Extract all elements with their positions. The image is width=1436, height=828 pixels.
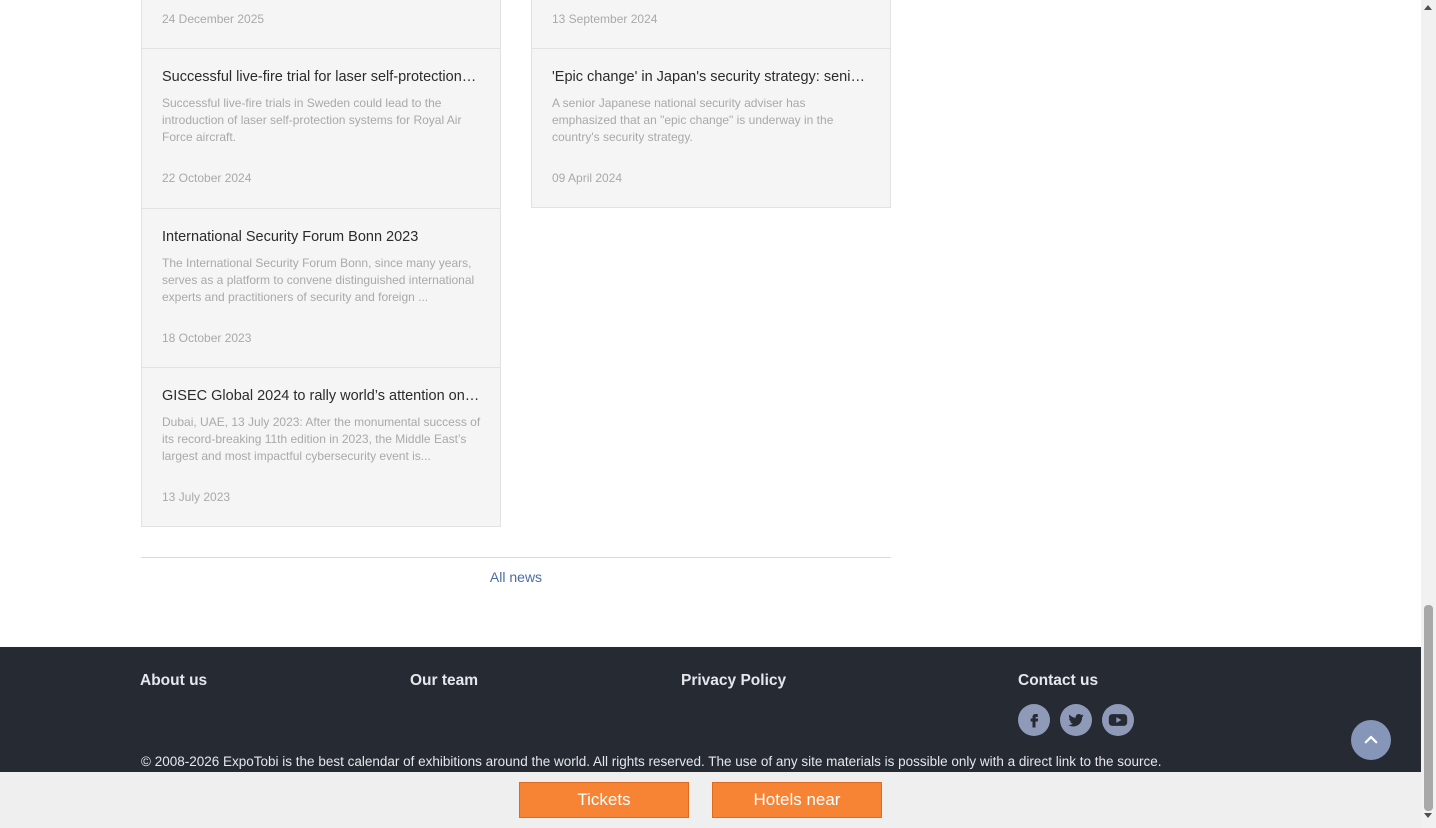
news-title[interactable]: 'Epic change' in Japan's security strate… [552, 69, 870, 85]
scroll-thumb[interactable] [1424, 605, 1433, 811]
privacy-policy-link[interactable]: Privacy Policy [681, 672, 786, 690]
news-card[interactable]: 24 December 2025 [141, 0, 501, 49]
news-date: 18 October 2023 [162, 331, 252, 345]
news-title[interactable]: GISEC Global 2024 to rally world’s atten… [162, 388, 480, 404]
news-card[interactable]: 13 September 2024 [531, 0, 891, 49]
scroll-to-top-button[interactable] [1351, 720, 1391, 760]
news-date: 09 April 2024 [552, 171, 623, 185]
news-card[interactable]: 'Epic change' in Japan's security strate… [531, 48, 891, 208]
news-title[interactable]: Successful live-fire trial for laser sel… [162, 69, 480, 85]
news-description: The International Security Forum Bonn, s… [162, 256, 475, 304]
hotels-near-button[interactable]: Hotels near [712, 782, 882, 818]
page: 24 December 2025 Successful live-fire tr… [0, 0, 1421, 828]
news-card[interactable]: GISEC Global 2024 to rally world’s atten… [141, 367, 501, 527]
bottom-action-bar: Tickets Hotels near [0, 772, 1421, 828]
news-title[interactable]: International Security Forum Bonn 2023 [162, 229, 480, 245]
all-news-link[interactable]: All news [141, 569, 891, 585]
scroll-down-arrow-icon[interactable] [1424, 813, 1432, 818]
twitter-icon[interactable] [1060, 704, 1092, 736]
divider [141, 557, 891, 558]
copyright-text: © 2008-2026 ExpoTobi is the best calenda… [141, 754, 1162, 769]
tickets-button[interactable]: Tickets [519, 782, 689, 818]
footer: About us Our team Privacy Policy Contact… [0, 647, 1421, 777]
news-description: A senior Japanese national security advi… [552, 96, 834, 144]
youtube-icon[interactable] [1102, 704, 1134, 736]
news-date: 13 July 2023 [162, 490, 231, 504]
news-date: 24 December 2025 [162, 12, 265, 26]
page-scrollbar[interactable] [1421, 0, 1436, 828]
news-description: Successful live-fire trials in Sweden co… [162, 96, 462, 144]
scroll-up-arrow-icon[interactable] [1424, 5, 1432, 10]
news-date: 13 September 2024 [552, 12, 658, 26]
our-team-link[interactable]: Our team [410, 672, 478, 690]
news-description: Dubai, UAE, 13 July 2023: After the monu… [162, 415, 481, 463]
contact-us-link[interactable]: Contact us [1018, 672, 1098, 690]
news-date: 22 October 2024 [162, 171, 252, 185]
facebook-icon[interactable] [1018, 704, 1050, 736]
news-card[interactable]: International Security Forum Bonn 2023 T… [141, 208, 501, 368]
about-us-link[interactable]: About us [140, 672, 207, 690]
chevron-up-icon [1364, 735, 1378, 744]
news-card[interactable]: Successful live-fire trial for laser sel… [141, 48, 501, 209]
